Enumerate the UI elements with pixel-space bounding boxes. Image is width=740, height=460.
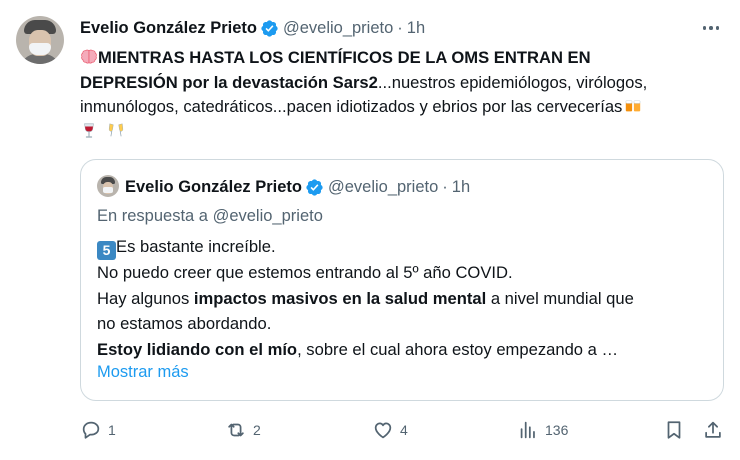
- verified-badge-icon: [306, 178, 323, 196]
- quoted-line4: no estamos abordando.: [97, 314, 272, 333]
- share-button[interactable]: [702, 416, 724, 444]
- tweet[interactable]: Evelio González Prieto @evelio_prieto · …: [0, 0, 740, 460]
- post-bold-line1: MIENTRAS HASTA LOS CIENTÍFICOS DE LA OMS…: [98, 48, 591, 67]
- reply-button[interactable]: 1: [80, 416, 116, 444]
- view-count: 136: [545, 422, 569, 438]
- reply-count: 1: [108, 422, 116, 438]
- repost-button[interactable]: 2: [225, 416, 261, 444]
- champagne-emoji-icon: [108, 123, 123, 136]
- separator-dot: ·: [442, 177, 448, 196]
- share-icon: [705, 421, 721, 438]
- reply-context: En respuesta a @evelio_prieto: [97, 207, 323, 225]
- separator-dot: ·: [397, 18, 403, 37]
- brain-emoji-icon: [81, 49, 97, 64]
- quoted-author-name[interactable]: Evelio González Prieto: [125, 178, 302, 197]
- quoted-line1: Es bastante increíble.: [116, 237, 276, 256]
- author-handle[interactable]: @evelio_prieto: [283, 19, 393, 38]
- quoted-text: 5 Es bastante increíble. No puedo creer q…: [97, 234, 707, 362]
- quoted-line3-bold: impactos masivos en la salud mental: [193, 288, 487, 308]
- quoted-author-handle[interactable]: @evelio_prieto: [328, 178, 438, 197]
- quoted-line5-bold: Estoy lidiando con el mío: [97, 339, 298, 359]
- tweet-text: MIENTRAS HASTA LOS CIENTÍFICOS DE LA OMS…: [80, 46, 728, 144]
- repost-icon: [228, 423, 244, 437]
- tweet-header: Evelio González Prieto @evelio_prieto · …: [80, 16, 425, 40]
- action-bar: 1 2 4 136: [80, 416, 728, 444]
- quoted-avatar[interactable]: [97, 175, 119, 197]
- post-bold-line2: DEPRESIÓN por la devastación Sars2: [80, 72, 378, 92]
- post-line3: inmunólogos, catedráticos...pacen idioti…: [80, 97, 623, 116]
- quoted-line5-rest: , sobre el cual ahora estoy empezando a …: [297, 339, 619, 359]
- like-button[interactable]: 4: [372, 416, 408, 444]
- heart-icon: [374, 422, 392, 439]
- bookmark-button[interactable]: [663, 416, 685, 444]
- avatar[interactable]: [16, 16, 64, 64]
- post-line2-rest: ...nuestros epidemiólogos, virólogos,: [377, 72, 648, 92]
- quoted-line2: No puedo creer que estemos entrando al 5…: [97, 263, 513, 282]
- analytics-icon: [520, 421, 535, 439]
- timestamp[interactable]: 1h: [407, 19, 425, 38]
- wine-glass-emoji-icon: [84, 123, 94, 138]
- quoted-tweet[interactable]: Evelio González Prieto @evelio_prieto · …: [80, 159, 724, 401]
- quoted-line3-pre: Hay algunos: [97, 288, 194, 308]
- show-more-link[interactable]: Mostrar más: [97, 363, 189, 382]
- more-options-icon[interactable]: [700, 18, 722, 38]
- like-count: 4: [400, 422, 408, 438]
- beer-mugs-emoji-icon: [625, 100, 641, 112]
- quoted-line3-post: a nivel mundial que: [486, 288, 634, 308]
- keycap-five-emoji-icon: 5: [97, 241, 116, 260]
- bookmark-icon: [667, 421, 681, 439]
- repost-count: 2: [253, 422, 261, 438]
- verified-badge-icon: [261, 19, 278, 37]
- reply-icon: [82, 421, 100, 439]
- quoted-header: Evelio González Prieto @evelio_prieto · …: [125, 176, 470, 198]
- views-button[interactable]: 136: [517, 416, 568, 444]
- quoted-timestamp[interactable]: 1h: [452, 178, 470, 197]
- author-name[interactable]: Evelio González Prieto: [80, 19, 257, 38]
